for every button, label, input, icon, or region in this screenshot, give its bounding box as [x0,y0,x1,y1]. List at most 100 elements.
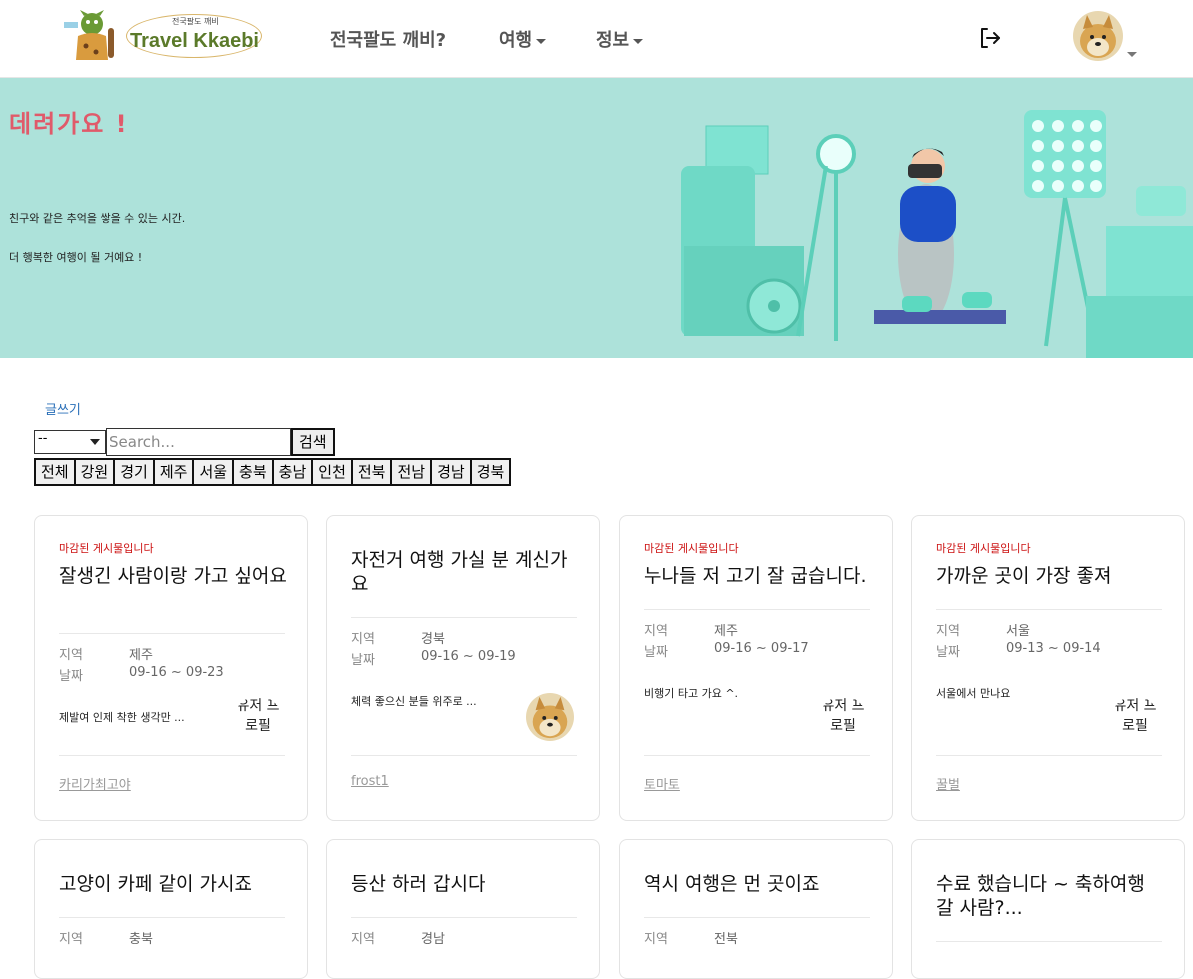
divider [644,609,870,610]
post-description: 제발여 인제 착한 생각만 ... [59,711,185,724]
divider [59,917,285,918]
caret-down-icon [633,38,644,44]
nav-info-label: 정보 [596,30,630,51]
avatar-caret-icon[interactable] [1127,52,1137,57]
post-description: 서울에서 만나요 [936,687,1011,700]
post-description: 체력 좋으신 분들 위주로 ... [351,695,477,708]
region-value: 경북 [421,632,445,647]
region-button-jeju[interactable]: 제주 [152,458,195,486]
post-title: 역시 여행은 먼 곳이죠 [644,873,820,895]
region-value: 제주 [714,624,738,639]
search-input[interactable]: Search... [106,428,291,456]
logo-subtitle: 전국팔도 깨비 [172,17,219,26]
nav-travel-dropdown[interactable]: 여행 [499,26,547,52]
region-button-jeonnam[interactable]: 전남 [390,458,433,486]
region-value: 전북 [714,932,738,947]
author-link[interactable]: 토마토 [644,774,680,793]
search-bar: -- Search... 검색 [34,428,335,456]
closed-notice: 마감된 게시물입니다 [644,542,739,555]
author-avatar: 유저 프로필 [819,696,867,744]
region-button-gangwon[interactable]: 강원 [73,458,116,486]
region-label: 지역 [644,932,668,947]
closed-notice: 마감된 게시물입니다 [936,542,1031,555]
divider [59,755,285,756]
site-logo[interactable]: 전국팔도 깨비 Travel Kkaebi [62,10,264,62]
region-value: 제주 [129,648,153,663]
author-link[interactable]: 꿀벌 [936,774,960,793]
search-filter-value: -- [38,431,48,446]
divider [936,609,1162,610]
region-label: 지역 [59,648,83,663]
region-button-gyeongbuk[interactable]: 경북 [469,458,512,486]
region-button-chungnam[interactable]: 충남 [271,458,314,486]
author-avatar [526,693,574,741]
post-card[interactable]: 마감된 게시물입니다 누나들 저 고기 잘 굽습니다. 지역 제주 날짜 09-… [619,515,893,821]
write-post-link[interactable]: 글쓰기 [45,399,81,418]
post-card[interactable]: 등산 하러 갑시다 지역 경남 [326,839,600,979]
closed-notice: 마감된 게시물입니다 [59,542,154,555]
post-description: 비행기 타고 가요 ^. [644,687,739,700]
search-button[interactable]: 검색 [291,428,335,456]
post-card[interactable]: 고양이 카페 같이 가시죠 지역 충북 [34,839,308,979]
author-avatar: 유저 프로필 [234,696,282,744]
author-link[interactable]: frost1 [351,774,389,789]
post-title: 고양이 카페 같이 가시죠 [59,873,252,895]
region-label: 지역 [351,932,375,947]
banner-text-2: 더 행복한 여행이 될 거예요 ! [9,251,143,264]
region-label: 지역 [936,624,960,639]
date-value: 09-16 ~ 09-19 [421,649,516,664]
date-value: 09-16 ~ 09-23 [129,665,224,680]
search-filter-select[interactable]: -- [34,430,106,454]
region-button-chungbuk[interactable]: 충북 [232,458,274,486]
logo-text: Travel Kkaebi [130,30,259,52]
post-title: 수료 했습니다 ~ 축하여행 갈 사람?... [936,873,1145,919]
date-label: 날짜 [936,645,960,660]
post-card[interactable]: 마감된 게시물입니다 가까운 곳이 가장 좋져 지역 서울 날짜 09-13 ~… [911,515,1185,821]
author-link[interactable]: 카리가최고야 [59,774,131,793]
date-label: 날짜 [351,653,375,668]
banner-text-1: 친구와 같은 추억을 쌓을 수 있는 시간. [9,212,186,225]
nav-travel-label: 여행 [499,30,533,51]
post-title: 누나들 저 고기 잘 굽습니다. [644,565,867,587]
divider [351,917,577,918]
region-button-incheon[interactable]: 인천 [311,458,353,486]
post-card[interactable]: 역시 여행은 먼 곳이죠 지역 전북 [619,839,893,979]
region-label: 지역 [351,632,375,647]
region-button-all[interactable]: 전체 [34,458,76,486]
divider [351,617,577,618]
region-label: 지역 [59,932,83,947]
post-title: 등산 하러 갑시다 [351,873,486,895]
post-card[interactable]: 자전거 여행 가실 분 계신가요 지역 경북 날짜 09-16 ~ 09-19 … [326,515,600,821]
divider [351,755,577,756]
region-filter-bar: 전체 강원 경기 제주 서울 충북 충남 인천 전북 전남 경남 경북 [34,458,512,486]
nav-about[interactable]: 전국팔도 깨비? [330,26,446,52]
nav-about-label: 전국팔도 깨비? [330,30,447,51]
region-value: 서울 [1006,624,1030,639]
caret-down-icon [536,38,547,44]
top-navbar: 전국팔도 깨비 Travel Kkaebi 전국팔도 깨비? 여행 정보 [0,0,1193,78]
film-studio-illustration [681,110,1193,358]
nav-info-dropdown[interactable]: 정보 [596,26,644,52]
doge-avatar-icon [1073,11,1123,61]
region-value: 경남 [421,932,445,947]
post-title: 잘생긴 사람이랑 가고 싶어요 [59,565,287,587]
region-value: 충북 [129,932,153,947]
post-card[interactable]: 마감된 게시물입니다 잘생긴 사람이랑 가고 싶어요 지역 제주 날짜 09-1… [34,515,308,821]
divider [59,633,285,634]
logout-icon[interactable] [978,26,1002,50]
region-button-seoul[interactable]: 서울 [192,458,235,486]
date-label: 날짜 [644,645,668,660]
banner-title: 데려가요 ! [9,110,129,138]
post-card[interactable]: 수료 했습니다 ~ 축하여행 갈 사람?... [911,839,1185,979]
region-label: 지역 [644,624,668,639]
divider [644,755,870,756]
chevron-down-icon [90,439,100,445]
region-button-gyeongnam[interactable]: 경남 [430,458,472,486]
region-button-jeonbuk[interactable]: 전북 [350,458,393,486]
post-title: 가까운 곳이 가장 좋져 [936,565,1112,587]
date-value: 09-13 ~ 09-14 [1006,641,1101,656]
user-avatar[interactable] [1073,11,1123,61]
divider [936,755,1162,756]
doge-avatar-icon [526,693,574,741]
region-button-gyeonggi[interactable]: 경기 [113,458,155,486]
